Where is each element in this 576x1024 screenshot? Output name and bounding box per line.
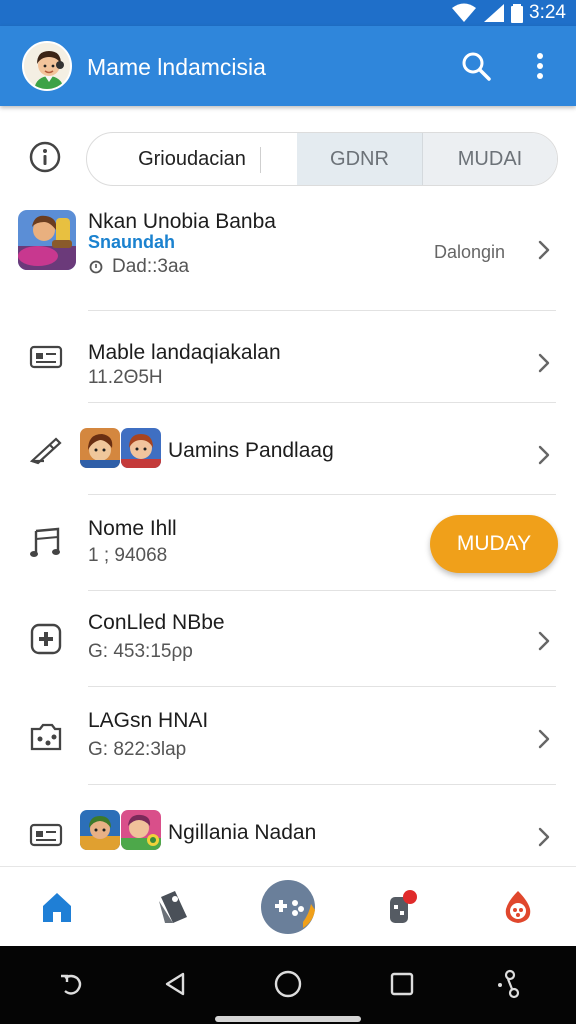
status-bar: 3:24 [0, 0, 576, 26]
home-indicator [215, 1016, 361, 1022]
accessibility-icon [498, 969, 520, 999]
status-time: 3:24 [529, 2, 566, 23]
chevron-right-icon [538, 445, 550, 465]
nav-home[interactable] [17, 867, 97, 947]
game-thumbnail [18, 210, 76, 270]
list-item[interactable]: Mable landaqiakalan 11.2Θ5Η [0, 311, 576, 403]
list-item[interactable]: ConLled NBbe G: 453:15ρp [0, 591, 576, 687]
item-meta: Dalongin [434, 242, 506, 262]
app-bar: Mame lndamcisia [0, 26, 576, 106]
item-title: Nkan Unobia Banba [88, 210, 276, 233]
list-item[interactable]: Ngillania Nadan [0, 785, 576, 865]
notification-icon [390, 890, 417, 923]
app-title: Mame lndamcisia [87, 54, 266, 80]
chevron-right-icon [538, 631, 550, 651]
item-title: Nome Ihll [88, 517, 177, 540]
chevron-right-icon [538, 827, 550, 847]
music-note-icon [30, 527, 60, 557]
rotate-icon [61, 974, 82, 995]
game-thumbnail [121, 810, 161, 850]
home-circle-icon [274, 970, 302, 998]
home-icon [43, 893, 71, 922]
recents-button[interactable] [382, 964, 422, 1004]
filter-row: Grioudacian GDNR MUDAI [0, 106, 576, 206]
segmented-filter: Grioudacian GDNR MUDAI [86, 132, 558, 186]
nav-hot[interactable] [478, 867, 558, 947]
gamepad-icon [30, 623, 62, 655]
list-item[interactable]: Uamins Pandlaag [0, 403, 576, 495]
item-accent-subtitle: Snaundah [88, 232, 176, 252]
item-subtitle: G: 822:3lap [88, 739, 187, 760]
recents-icon [390, 972, 414, 996]
bottom-nav [0, 866, 576, 946]
item-subtitle: G: 453:15ρp [88, 641, 193, 662]
item-subtitle: Dad::3aa [112, 256, 190, 277]
segment-1[interactable]: Grioudacian [87, 133, 297, 185]
item-subtitle: 1 ; 94068 [88, 545, 168, 566]
item-title: Uamins Pandlaag [168, 439, 334, 462]
more-vert-icon[interactable] [526, 48, 554, 84]
item-title: Mable landaqiakalan [88, 341, 281, 364]
list-item[interactable]: LAGsn HNAI G: 822:3lap [0, 687, 576, 783]
list-item[interactable]: Nome Ihll 1 ; 94068 MUDAY [0, 495, 576, 591]
id-card-icon [29, 823, 63, 847]
item-subtitle: 11.2Θ5Η [88, 367, 163, 388]
back-icon [165, 972, 185, 996]
item-title: LAGsn HNAI [88, 709, 209, 732]
id-card-icon [29, 345, 63, 369]
system-navigation-bar [0, 946, 576, 1024]
chevron-right-icon [538, 729, 550, 749]
game-thumbnail [121, 428, 161, 468]
edit-pen-icon [29, 437, 62, 465]
nav-tags[interactable] [133, 867, 213, 947]
wifi-icon [452, 3, 477, 22]
info-icon[interactable] [28, 140, 62, 174]
chevron-right-icon [538, 353, 550, 373]
fire-icon [505, 891, 531, 923]
back-button[interactable] [155, 964, 195, 1004]
item-title: ConLled NBbe [88, 611, 225, 634]
game-thumbnail [80, 428, 120, 468]
tag-icon [159, 891, 187, 923]
muday-button[interactable]: MUDAY [430, 515, 558, 573]
camera-icon [30, 723, 62, 751]
list-item[interactable]: Nkan Unobia Banba Snaundah Dad::3aa Dalo… [0, 206, 576, 310]
game-thumbnail [80, 810, 120, 850]
battery-icon [511, 4, 524, 23]
segment-3[interactable]: MUDAI [423, 133, 557, 185]
signal-icon [484, 4, 505, 22]
item-title: Ngillania Nadan [168, 821, 317, 844]
clock-icon [89, 260, 103, 274]
rotate-button[interactable] [51, 964, 91, 1004]
chevron-right-icon [538, 240, 550, 260]
accessibility-button[interactable] [488, 964, 528, 1004]
nav-games-fab[interactable] [248, 867, 328, 947]
search-icon[interactable] [460, 50, 492, 82]
home-button[interactable] [268, 964, 308, 1004]
gamepad-fab-icon [261, 880, 315, 934]
nav-notifications[interactable] [362, 867, 442, 947]
avatar[interactable] [22, 41, 72, 91]
segment-2[interactable]: GDNR [297, 133, 423, 185]
